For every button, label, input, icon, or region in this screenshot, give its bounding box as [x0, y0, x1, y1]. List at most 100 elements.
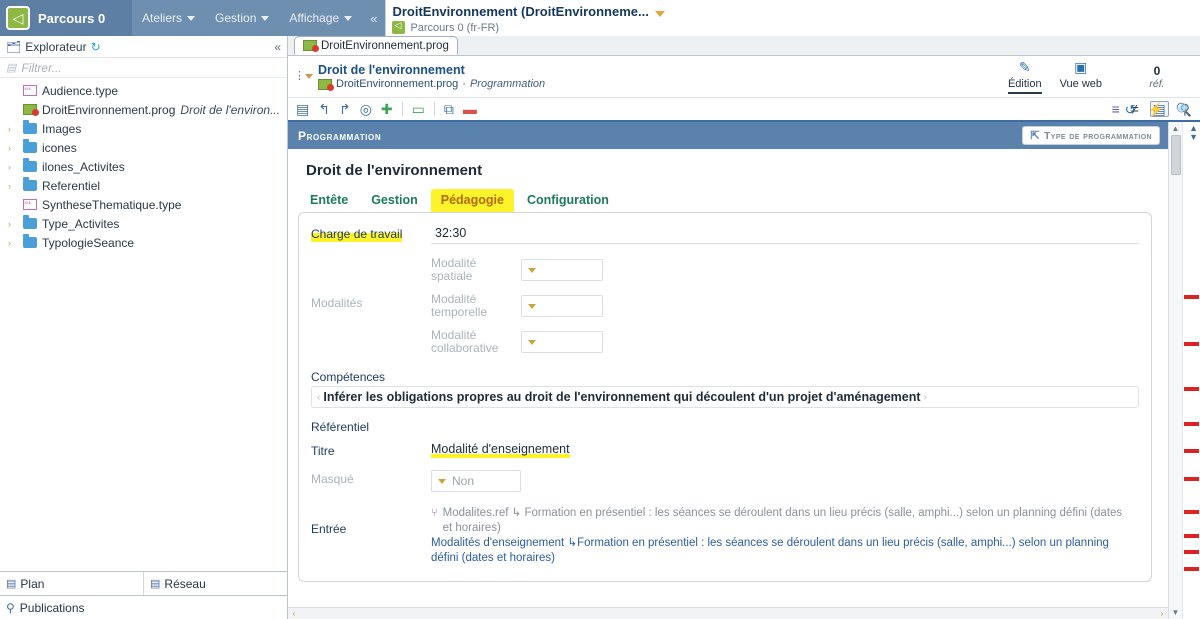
brand-label: Parcours 0 [38, 10, 106, 26]
more-options-icon[interactable]: ⋮ [294, 71, 305, 82]
collapse-menu-icon[interactable]: « [362, 0, 385, 36]
tree-item-referentiel[interactable]: › Referentiel [0, 176, 287, 195]
tree-item-images[interactable]: › Images [0, 119, 287, 138]
field-modalites: Modalités Modalité spatiale Modalité tem… [299, 252, 1151, 364]
expand-arrow-icon[interactable]: › [8, 238, 18, 248]
lightning-icon[interactable]: ⚡ [1148, 102, 1164, 118]
explorer-filter[interactable]: ▤ Filtrer... [0, 58, 287, 78]
masque-select[interactable]: Non [431, 470, 521, 492]
remove-icon[interactable]: ▬ [463, 102, 477, 116]
error-marker[interactable] [1184, 510, 1199, 514]
scroll-up-icon[interactable]: ▲ [1172, 122, 1180, 135]
expand-arrow-icon[interactable]: › [8, 143, 18, 153]
error-marker-bar[interactable]: ▲ ▼ [1182, 122, 1200, 619]
filter-settings-icon[interactable]: ≡ [1112, 102, 1120, 116]
document-title-text: DroitEnvironnement (DroitEnvironneme... [392, 4, 649, 19]
expand-arrow-icon[interactable]: › [8, 162, 18, 172]
tab-configuration[interactable]: Configuration [517, 189, 619, 212]
sidebar-tab-plan[interactable]: ▤ Plan [0, 572, 144, 595]
tree-item-synthesethematique-type[interactable]: › SyntheseThematique.type [0, 195, 287, 214]
error-marker[interactable] [1184, 567, 1199, 571]
scroll-right-icon[interactable]: › [1156, 609, 1168, 618]
competences-value-box[interactable]: ‹ Inférer les obligations propres au dro… [311, 386, 1139, 408]
tree-item-icones[interactable]: › icones [0, 138, 287, 157]
type-file-icon [23, 85, 37, 96]
type-de-programmation-button[interactable]: ⇱ Type de programmation [1022, 126, 1160, 145]
view-tab-vue-web[interactable]: ▣ Vue web [1060, 59, 1102, 94]
modalites-label: Modalités [311, 296, 363, 310]
error-marker[interactable] [1184, 477, 1199, 481]
sidebar-tab-reseau[interactable]: ▤ Réseau [144, 572, 287, 595]
chevron-down-icon [528, 267, 536, 273]
document-tabstrip: DroitEnvironnement.prog [288, 36, 1200, 56]
menu-affichage[interactable]: Affichage [279, 0, 362, 36]
menu-gestion[interactable]: Gestion [205, 0, 279, 36]
error-marker[interactable] [1184, 422, 1199, 426]
expand-arrow-icon[interactable]: › [8, 219, 18, 229]
modalite-spatiale-select[interactable] [521, 259, 603, 281]
tree-item-label: Images [42, 121, 82, 136]
tree-item-suffix: Droit de l'environ... [180, 102, 281, 117]
redo-icon[interactable]: ↱ [339, 102, 351, 116]
horizontal-scrollbar[interactable]: ‹ › [288, 607, 1168, 619]
web-view-icon: ▣ [1074, 59, 1088, 75]
prog-file-icon [23, 104, 39, 116]
menu-ateliers[interactable]: Ateliers [132, 0, 205, 36]
tree-item-audience-type[interactable]: › Audience.type [0, 81, 287, 100]
competences-value: Inférer les obligations propres au droit… [323, 390, 921, 404]
error-marker[interactable] [1184, 295, 1199, 299]
history-icon[interactable]: ↺ [1125, 102, 1136, 118]
vertical-scrollbar[interactable]: ▲ ▼ [1168, 122, 1182, 619]
chevron-down-icon [528, 339, 536, 345]
tree-item-typologieseance[interactable]: › TypologieSeance [0, 233, 287, 252]
tab-pedagogie[interactable]: Pédagogie [430, 189, 514, 212]
error-marker[interactable] [1184, 342, 1199, 346]
tree-item-label: TypologieSeance [42, 235, 135, 250]
chevron-down-icon[interactable] [654, 10, 665, 17]
entree-value-text[interactable]: Modalités d'enseignement ↳Formation en p… [431, 536, 1127, 566]
error-marker[interactable] [1184, 449, 1199, 453]
prog-file-icon [303, 40, 319, 52]
vscroll-thumb[interactable] [1170, 135, 1181, 175]
expand-arrow-icon: › [8, 105, 18, 115]
expand-arrow-icon[interactable]: › [8, 124, 18, 134]
breadcrumb-file: DroitEnvironnement.prog [336, 78, 459, 90]
open-window-icon[interactable]: ⧉ [444, 102, 454, 116]
editor-area: DroitEnvironnement.prog ↺ ⚡ 🔍 ⋮ Droit de… [288, 36, 1200, 619]
menu-items: Ateliers Gestion Affichage « [132, 0, 385, 36]
modalite-collaborative-select[interactable] [521, 331, 603, 353]
tab-entete[interactable]: Entête [300, 189, 358, 212]
error-marker[interactable] [1184, 550, 1199, 554]
marker-nav-icons[interactable]: ▲ ▼ [1189, 124, 1198, 142]
titre-value[interactable]: Modalité d'enseignement [431, 442, 570, 458]
refresh-icon[interactable]: ↻ [91, 40, 101, 54]
tree-item-ilones-activites[interactable]: › ilones_Activites [0, 157, 287, 176]
scroll-left-icon[interactable]: ‹ [288, 609, 300, 618]
search-icon[interactable]: 🔍 [1176, 102, 1192, 118]
marker-down-icon[interactable]: ▼ [1189, 133, 1198, 142]
view-tab-edition[interactable]: ✎ Édition [1007, 59, 1042, 94]
charge-de-travail-input[interactable]: 32:30 [431, 225, 1139, 244]
save-icon[interactable]: ▤ [296, 102, 309, 116]
document-tab-droitenvironnement[interactable]: DroitEnvironnement.prog [294, 36, 458, 55]
error-marker[interactable] [1184, 387, 1199, 391]
publications-bar[interactable]: ⚲ Publications [0, 595, 287, 619]
folder-icon [23, 139, 37, 153]
add-icon[interactable]: ✚ [381, 102, 393, 116]
tree-item-droitenvironnement-prog[interactable]: › DroitEnvironnement.prog Droit de l'env… [0, 100, 287, 119]
scroll-down-icon[interactable]: ▼ [1172, 606, 1180, 619]
tree-item-type-activites[interactable]: › Type_Activites [0, 214, 287, 233]
modalite-temporelle-select[interactable] [521, 295, 603, 317]
collapse-panel-icon[interactable]: « [274, 40, 281, 54]
tab-gestion[interactable]: Gestion [361, 189, 428, 212]
error-marker[interactable] [1184, 534, 1199, 538]
target-icon[interactable]: ◎ [360, 102, 372, 116]
page-title: Droit de l'environnement [306, 162, 483, 179]
chevron-down-icon[interactable] [305, 74, 313, 79]
expand-arrow-icon[interactable]: › [8, 181, 18, 191]
undo-icon[interactable]: ↰ [318, 102, 330, 116]
view-tab-label: Vue web [1059, 78, 1102, 90]
form-tabs: Entête Gestion Pédagogie Configuration [288, 189, 1168, 212]
comment-icon[interactable]: ▭ [412, 102, 425, 116]
entree-label: Entrée [311, 522, 347, 536]
